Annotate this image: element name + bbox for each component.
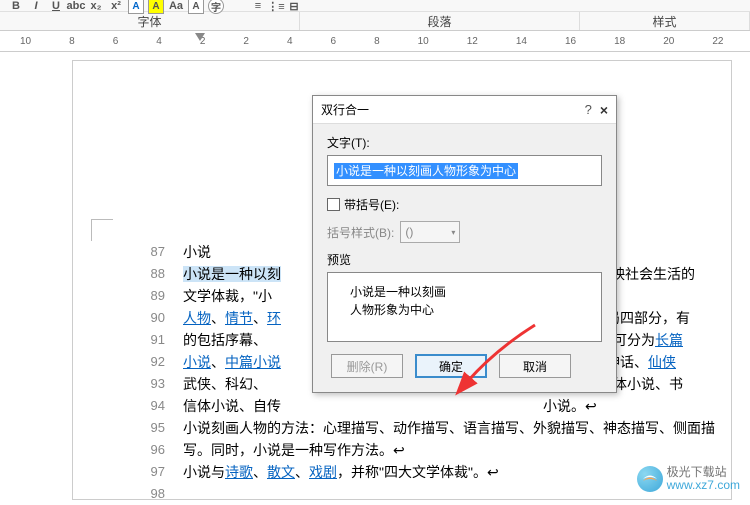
- group-para-label: 段落: [300, 12, 580, 30]
- toolbar-top: B I U abc x₂ x² A A Aa A 字 ≡ ⋮≡ ⊟: [0, 0, 750, 12]
- hyperlink[interactable]: 小说: [183, 354, 211, 370]
- line-number: 98: [73, 483, 183, 505]
- watermark-url: www.xz7.com: [667, 479, 740, 492]
- hyperlink[interactable]: 情节: [225, 310, 253, 326]
- strike-button[interactable]: abc: [68, 0, 84, 14]
- sub-button[interactable]: x₂: [88, 0, 104, 14]
- doc-line[interactable]: 98: [73, 483, 731, 505]
- ok-button[interactable]: 确定: [415, 354, 487, 378]
- group-style-label: 样式: [580, 12, 750, 30]
- watermark: 极光下载站 www.xz7.com: [637, 466, 740, 492]
- numbering-button[interactable]: ⋮≡: [268, 0, 284, 14]
- line-number: 88: [73, 263, 183, 285]
- line-number: 90: [73, 307, 183, 329]
- line-number: 93: [73, 373, 183, 395]
- ribbon-group-labels: 字体 段落 样式: [0, 12, 750, 30]
- bracket-label: 带括号(E):: [344, 196, 399, 213]
- change-case-button[interactable]: Aa: [168, 0, 184, 14]
- doc-line[interactable]: 97小说与诗歌、散文、戏剧，并称"四大文学体裁"。↩: [73, 461, 731, 483]
- sup-button[interactable]: x²: [108, 0, 124, 14]
- hyperlink[interactable]: 散文: [267, 464, 295, 480]
- hyperlink[interactable]: 中篇小说: [225, 354, 281, 370]
- preview-line1: 小说是一种以刻画: [350, 283, 579, 301]
- line-number: 97: [73, 461, 183, 483]
- line-number: 89: [73, 285, 183, 307]
- font-color-button[interactable]: A: [128, 0, 144, 14]
- bracket-style-combo: () ▾: [400, 221, 460, 243]
- bracket-checkbox[interactable]: [327, 198, 340, 211]
- highlight-button[interactable]: A: [148, 0, 164, 14]
- two-lines-in-one-dialog: 双行合一 ? × 文字(T): 小说是一种以刻画人物形象为中心 带括号(E): …: [312, 95, 617, 393]
- cancel-button[interactable]: 取消: [499, 354, 571, 378]
- toolbar-paragraph-icons: ≡ ⋮≡ ⊟: [250, 0, 302, 14]
- ruler-indent-marker[interactable]: [195, 33, 205, 41]
- enclose-char-button[interactable]: 字: [208, 0, 224, 14]
- line-number: 91: [73, 329, 183, 351]
- char-border-button[interactable]: A: [188, 0, 204, 14]
- hyperlink[interactable]: 人物: [183, 310, 211, 326]
- group-font-label: 字体: [0, 12, 300, 30]
- dialog-title: 双行合一: [321, 101, 585, 118]
- line-number: 87: [73, 241, 183, 263]
- preview-label: 预览: [327, 251, 602, 268]
- text-input-value: 小说是一种以刻画人物形象为中心: [334, 163, 518, 179]
- page-corner-mark: [91, 219, 113, 241]
- text-input[interactable]: 小说是一种以刻画人物形象为中心: [327, 155, 602, 186]
- preview-line2: 人物形象为中心: [350, 301, 579, 319]
- underline-button[interactable]: U: [48, 0, 64, 14]
- doc-line[interactable]: 94信体小说、自传小说。↩: [73, 395, 731, 417]
- delete-button[interactable]: 删除(R): [331, 354, 403, 378]
- line-text[interactable]: 小说刻画人物的方法：心理描写、动作描写、语言描写、外貌描写、神态描写、侧面描: [183, 417, 731, 439]
- multilevel-button[interactable]: ⊟: [286, 0, 302, 14]
- doc-line[interactable]: 96写。同时，小说是一种写作方法。↩: [73, 439, 731, 461]
- toolbar-format-icons: B I U abc x₂ x² A A Aa A 字: [8, 0, 224, 14]
- watermark-logo-icon: [637, 466, 663, 492]
- bullets-button[interactable]: ≡: [250, 0, 266, 14]
- hyperlink[interactable]: 戏剧: [309, 464, 337, 480]
- preview-box: 小说是一种以刻画 人物形象为中心: [327, 272, 602, 342]
- close-button[interactable]: ×: [600, 102, 608, 118]
- hyperlink[interactable]: 诗歌: [225, 464, 253, 480]
- line-text[interactable]: 信体小说、自传小说。↩: [183, 395, 731, 417]
- bold-button[interactable]: B: [8, 0, 24, 14]
- horizontal-ruler[interactable]: 1086422468101214161820222426283032343638: [0, 30, 750, 52]
- dialog-titlebar: 双行合一 ? ×: [313, 96, 616, 124]
- hyperlink[interactable]: 仙侠: [648, 354, 676, 370]
- hyperlink[interactable]: 环: [267, 310, 281, 326]
- line-text[interactable]: 写。同时，小说是一种写作方法。↩: [183, 439, 731, 461]
- doc-line[interactable]: 95小说刻画人物的方法：心理描写、动作描写、语言描写、外貌描写、神态描写、侧面描: [73, 417, 731, 439]
- text-label: 文字(T):: [327, 134, 602, 151]
- italic-button[interactable]: I: [28, 0, 44, 14]
- combo-value: (): [405, 225, 413, 239]
- bracket-style-label: 括号样式(B):: [327, 224, 394, 241]
- line-number: 95: [73, 417, 183, 439]
- line-number: 96: [73, 439, 183, 461]
- line-number: 94: [73, 395, 183, 417]
- line-number: 92: [73, 351, 183, 373]
- chevron-down-icon: ▾: [451, 228, 455, 237]
- help-button[interactable]: ?: [585, 102, 592, 117]
